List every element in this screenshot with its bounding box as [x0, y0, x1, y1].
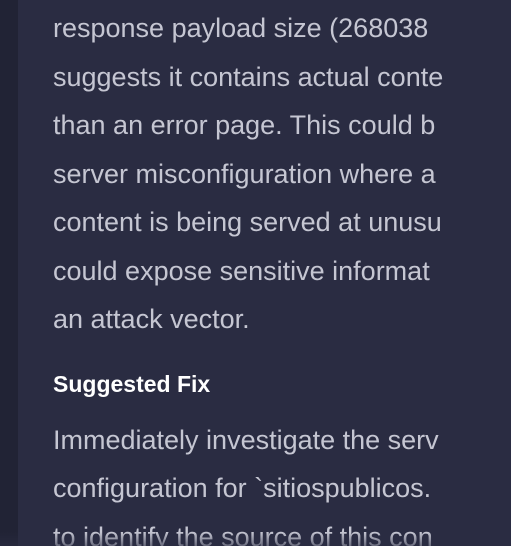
- description-line: suggests it contains actual conte: [53, 61, 444, 92]
- left-rail: [0, 0, 18, 546]
- fix-line: configuration for `sitiospublicos.: [53, 473, 432, 503]
- fix-line: Immediately investigate the serv: [53, 424, 439, 455]
- finding-detail-panel: response payload size (268038 suggests i…: [0, 0, 511, 546]
- description-line: content is being served at unusu: [53, 207, 442, 237]
- description-line: response payload size (268038: [53, 13, 429, 43]
- suggested-fix-text: Immediately investigate the serv configu…: [53, 416, 511, 546]
- finding-content: response payload size (268038 suggests i…: [53, 4, 511, 546]
- description-line: could expose sensitive informat: [53, 255, 430, 286]
- description-line: server misconfiguration where a: [53, 158, 436, 189]
- description-line: than an error page. This could b: [53, 110, 436, 140]
- finding-description: response payload size (268038 suggests i…: [53, 4, 511, 344]
- suggested-fix-heading: Suggested Fix: [53, 370, 211, 397]
- fix-line: to identify the source of this con: [53, 521, 433, 546]
- description-line: an attack vector.: [53, 304, 250, 334]
